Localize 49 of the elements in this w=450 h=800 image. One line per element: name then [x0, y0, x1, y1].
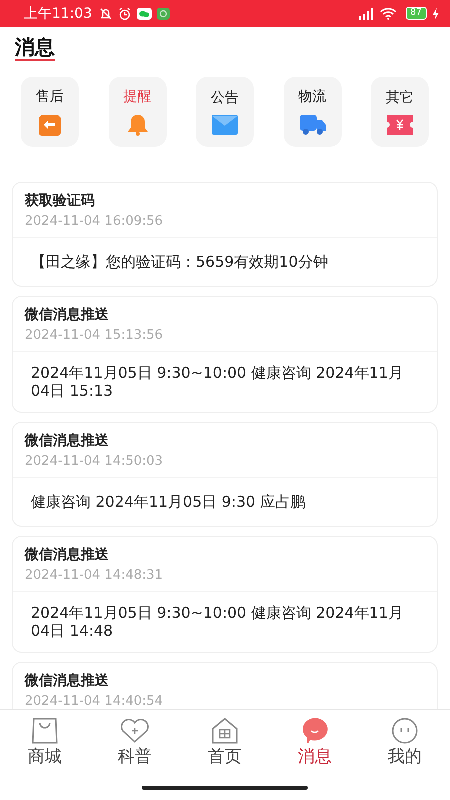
message-card[interactable]: 微信消息推送 2024-11-04 14:40:54 [12, 662, 438, 709]
message-card[interactable]: 微信消息推送 2024-11-04 14:50:03 健康咨询 2024年11月05日 9:30 应占鹏 [12, 422, 438, 527]
return-icon [38, 114, 62, 136]
wifi-icon [380, 8, 397, 20]
tab-item[interactable]: 商城 [0, 710, 90, 776]
message-title: 微信消息推送 [25, 306, 110, 324]
battery-indicator: 87 [406, 7, 427, 20]
tab-item[interactable]: 首页 [180, 710, 270, 776]
tab-item[interactable]: 科普 [90, 710, 180, 776]
message-title: 微信消息推送 [25, 432, 110, 450]
category-button[interactable]: 提醒 [108, 77, 166, 147]
category-button[interactable]: 其它 [371, 77, 429, 147]
tab-item[interactable]: 我的 [360, 710, 450, 776]
category-button[interactable]: 物流 [284, 77, 342, 147]
truck-icon [300, 114, 326, 136]
home-icon [211, 718, 239, 744]
signal-icon [356, 8, 375, 20]
message-time: 2024-11-04 16:09:56 [25, 214, 164, 229]
category-button[interactable]: 公告 [196, 77, 254, 147]
tab-item[interactable]: 消息 [270, 710, 360, 776]
app-icon [157, 8, 170, 20]
message-title: 微信消息推送 [25, 672, 110, 690]
envelope-icon [212, 115, 238, 135]
shopping-bag-icon [31, 718, 59, 744]
message-text: 【田之缘】您的验证码：5659有效期10分钟 [30, 252, 330, 273]
message-time: 2024-11-04 14:48:31 [25, 568, 164, 583]
message-time: 2024-11-04 14:50:03 [25, 454, 164, 469]
mute-icon [99, 6, 114, 20]
message-time: 2024-11-04 14:40:54 [25, 694, 164, 709]
status-time: 上午11:03 [24, 4, 92, 22]
chat-bubble-icon [302, 718, 328, 744]
smiley-face-icon [391, 718, 419, 744]
message-text: 健康咨询 2024年11月05日 9:30 应占鹏 [30, 492, 306, 513]
message-card[interactable]: 微信消息推送 2024-11-04 15:13:56 2024年11月05日 9:30~10:00 健康咨询 2024年11月04日 15:13 [12, 296, 438, 413]
message-card[interactable]: 微信消息推送 2024-11-04 14:48:31 2024年11月05日 9:30~10:00 健康咨询 2024年11月04日 14:48 [12, 536, 438, 653]
category-button[interactable]: 售后 [21, 77, 79, 147]
alarm-icon [118, 6, 132, 20]
page-title: 消息 [15, 35, 55, 61]
message-time: 2024-11-04 15:13:56 [25, 328, 164, 343]
bell-icon [126, 114, 148, 136]
charging-icon [432, 8, 440, 20]
message-title: 微信消息推送 [25, 546, 110, 564]
heart-icon [120, 718, 150, 744]
message-title: 获取验证码 [25, 192, 96, 210]
ticket-icon [387, 115, 413, 135]
message-card[interactable]: 获取验证码 2024-11-04 16:09:56 【田之缘】您的验证码：5659有效期10分钟 [12, 182, 438, 287]
chat-app-icon [137, 8, 152, 20]
message-text: 2024年11月05日 9:30~10:00 健康咨询 2024年11月04日 15:13 [30, 363, 404, 402]
message-text: 2024年11月05日 9:30~10:00 健康咨询 2024年11月04日 14:48 [30, 603, 404, 642]
